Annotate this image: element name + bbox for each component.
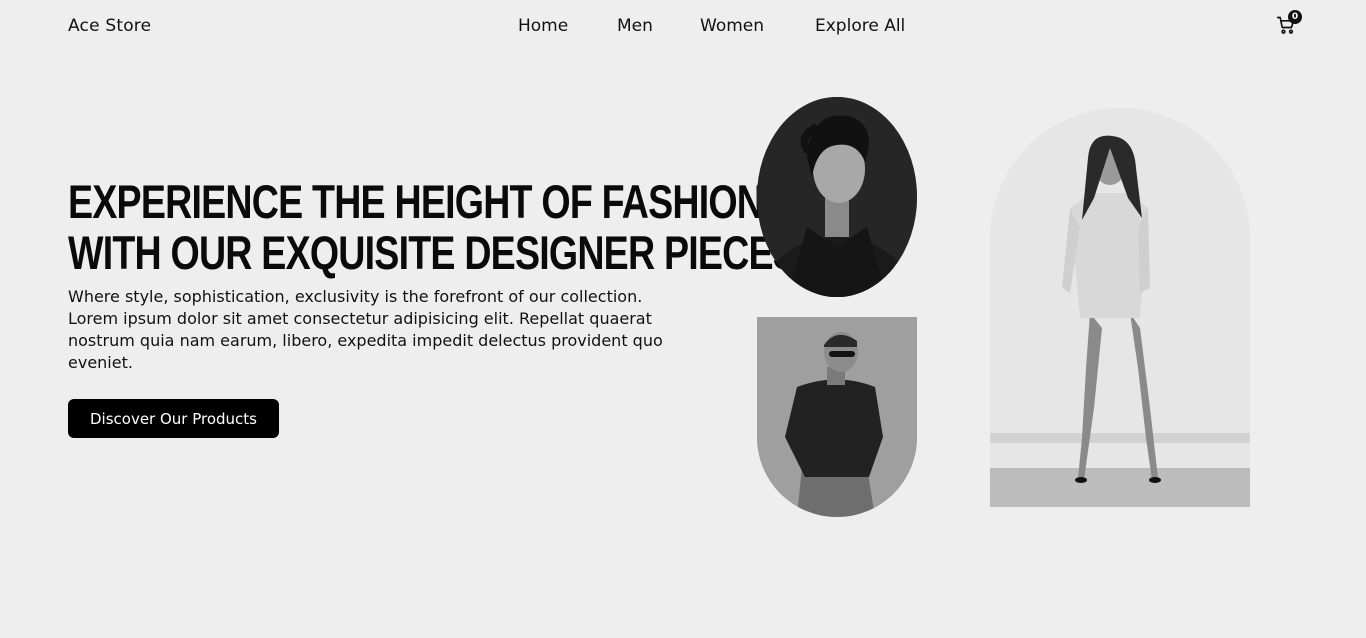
female-model-white-blazer-image: [990, 108, 1250, 507]
male-model-portrait-image: [757, 97, 917, 297]
top-nav: Ace Store Home Men Women Explore All 0: [0, 0, 1366, 54]
hero-description: Where style, sophistication, exclusivity…: [68, 287, 663, 372]
cart-button[interactable]: 0: [1276, 10, 1302, 37]
nav-explore-all[interactable]: Explore All: [815, 16, 905, 36]
male-model-sunglasses-image: [757, 317, 917, 517]
cart-count-badge: 0: [1288, 10, 1302, 24]
main-nav: Home Men Women Explore All: [0, 16, 1366, 38]
nav-women[interactable]: Women: [700, 16, 764, 36]
hero-title-line-1: EXPERIENCE THE HEIGHT OF FASHION: [68, 175, 764, 228]
discover-products-button[interactable]: Discover Our Products: [68, 399, 279, 438]
nav-home[interactable]: Home: [518, 16, 568, 36]
hero-title: EXPERIENCE THE HEIGHT OF FASHION WITH OU…: [68, 176, 808, 278]
nav-men[interactable]: Men: [617, 16, 653, 36]
hero-title-line-2: WITH OUR EXQUISITE DESIGNER PIECES.: [68, 226, 808, 279]
